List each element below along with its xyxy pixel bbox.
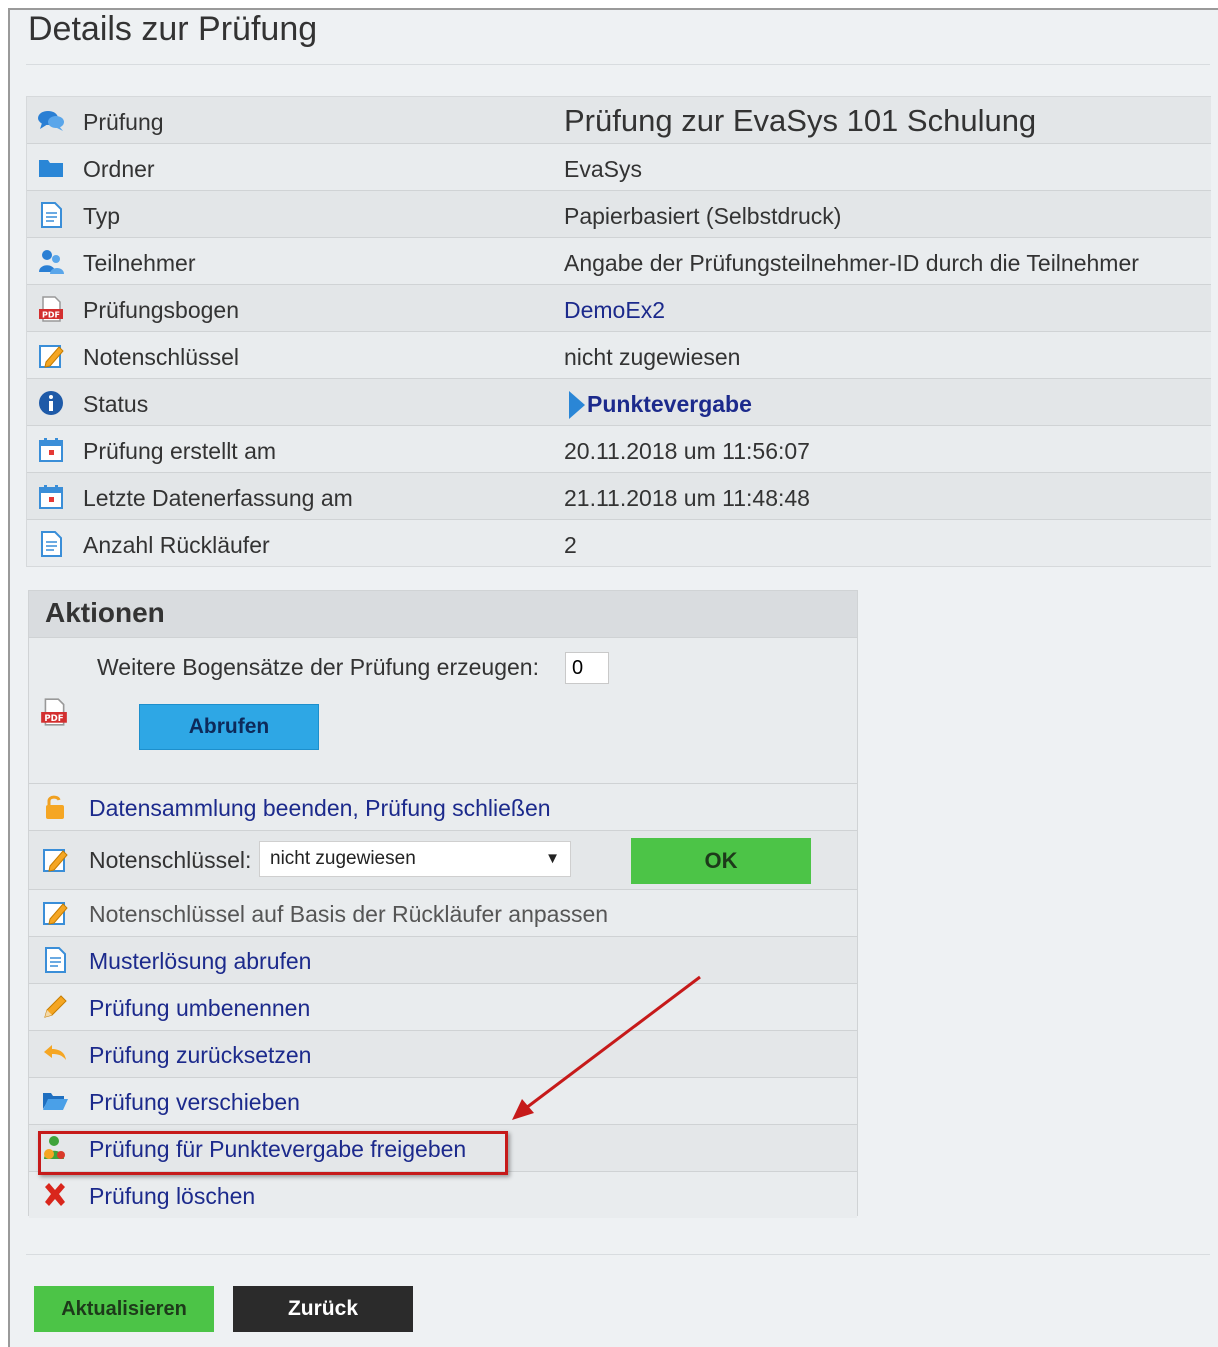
refresh-button[interactable]: Aktualisieren [34, 1286, 214, 1332]
divider [26, 1254, 1210, 1255]
annotation-arrow-icon [512, 975, 701, 1120]
back-button[interactable]: Zurück [233, 1286, 413, 1332]
